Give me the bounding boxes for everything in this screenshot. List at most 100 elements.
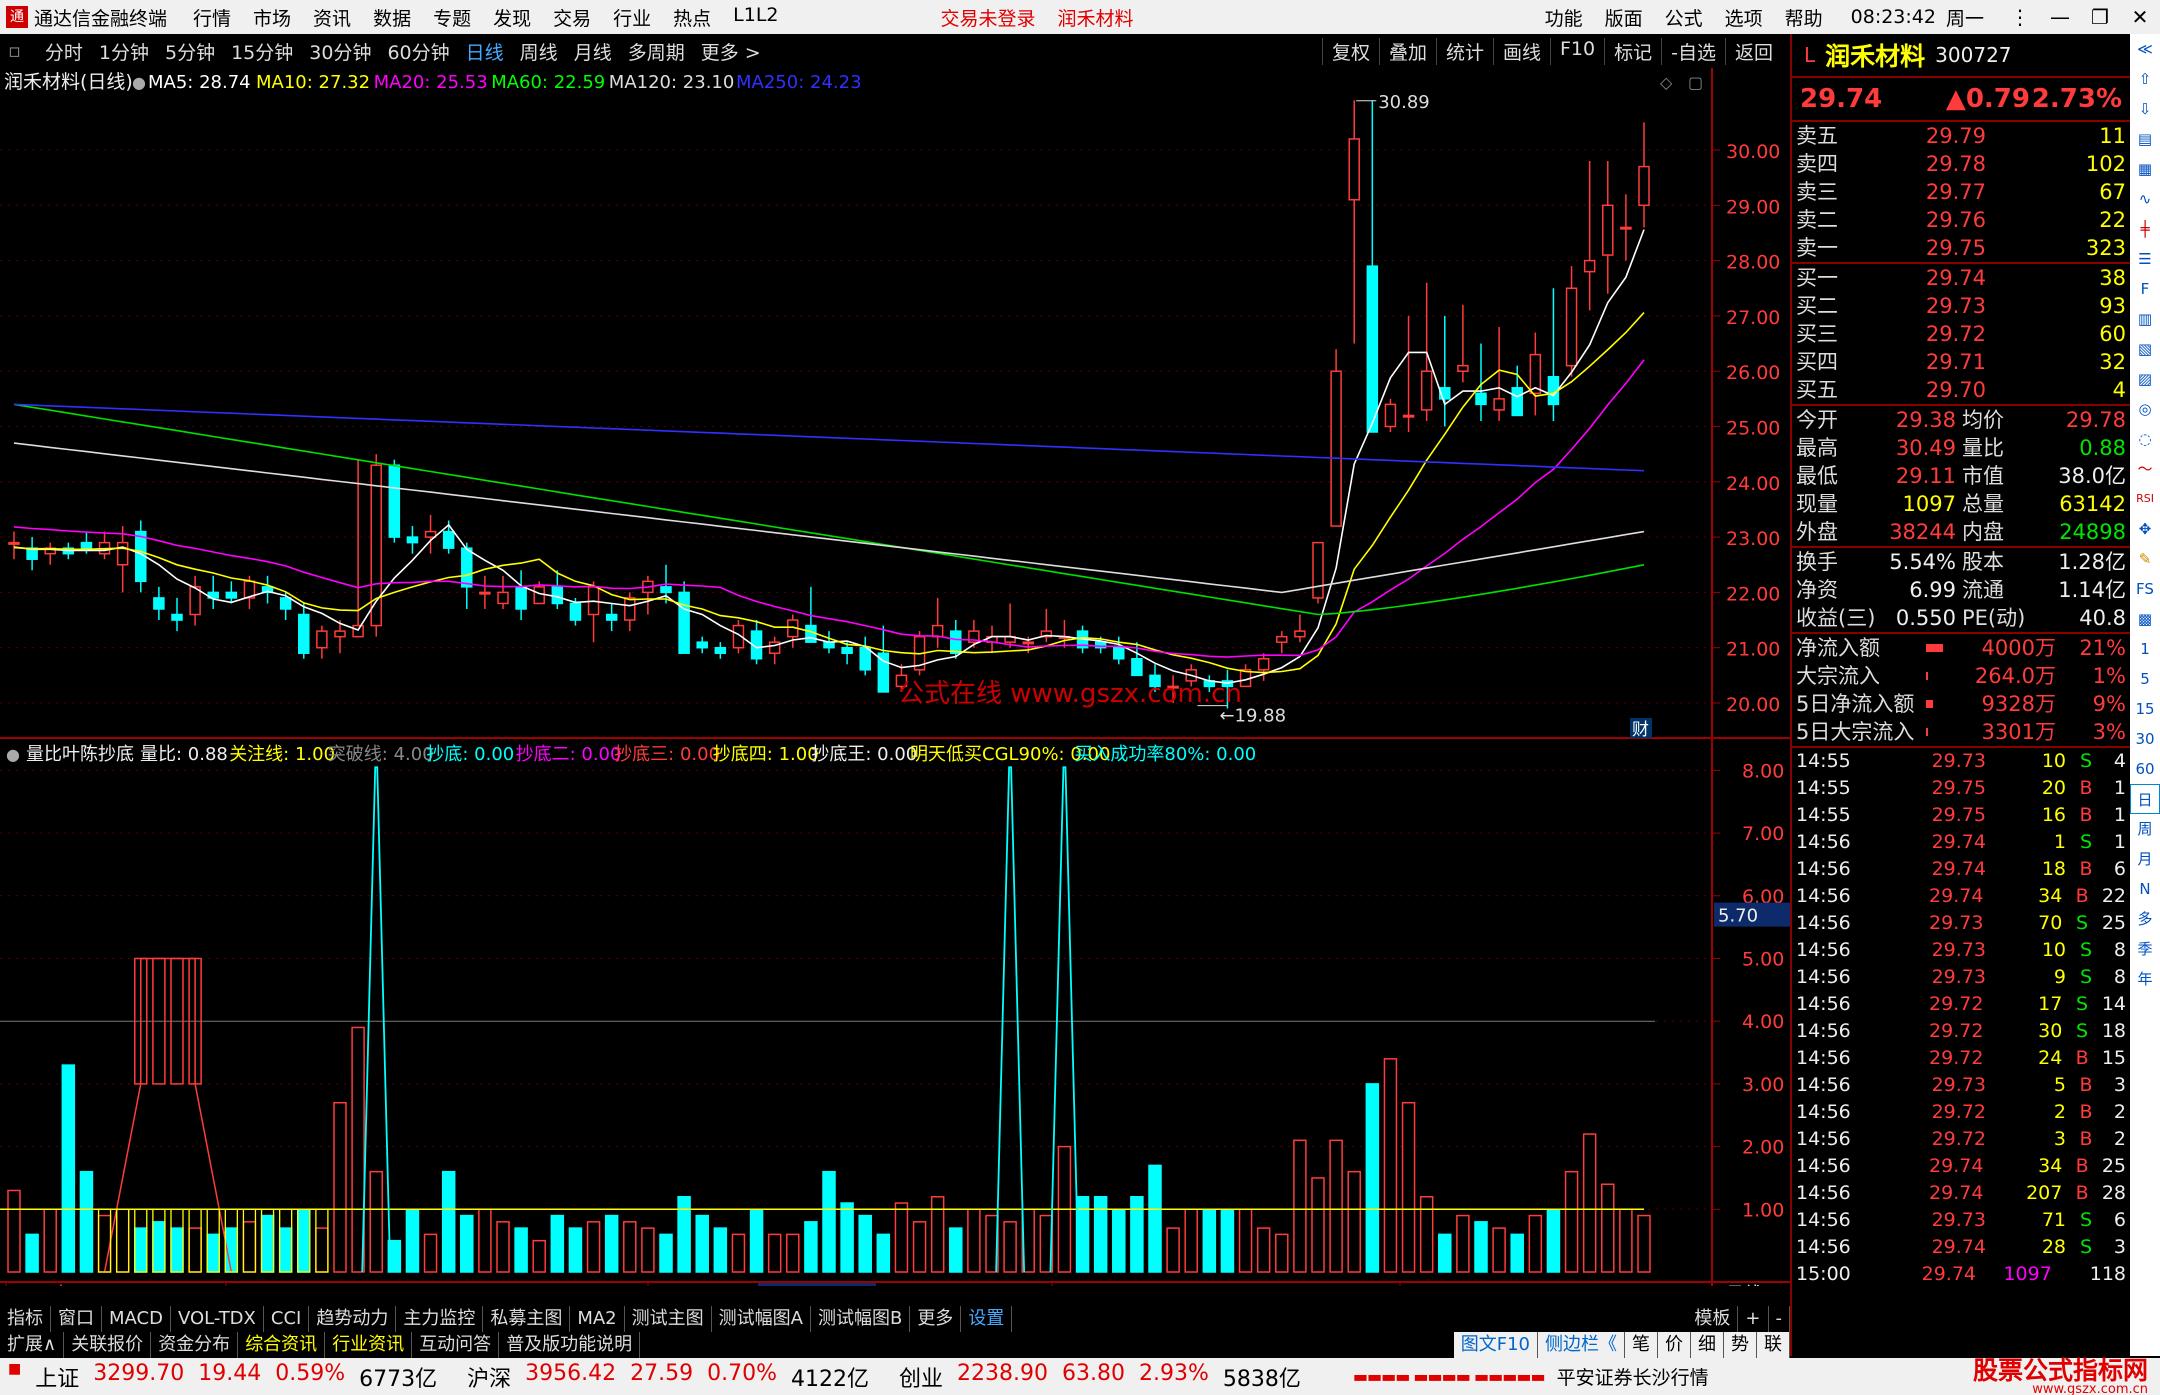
ext-tab-1[interactable]: 关联报价 — [64, 1332, 152, 1358]
toolbar-button-0[interactable]: 复权 — [1321, 37, 1379, 65]
period-tab-8[interactable]: 月线 — [566, 38, 620, 65]
sells-row[interactable]: 卖四 29.78 102 — [1792, 150, 2130, 178]
ext-right-tab-5[interactable]: 势 — [1724, 1332, 1757, 1358]
menu-8[interactable]: 热点 — [673, 4, 711, 31]
side-calc-icon[interactable]: ▩ — [2130, 604, 2160, 634]
ext-right-tab-1[interactable]: 侧边栏《 — [1538, 1332, 1625, 1358]
period-tab-5[interactable]: 60分钟 — [379, 38, 457, 65]
sells-row[interactable]: 卖二 29.76 22 — [1792, 206, 2130, 234]
toolbar-button-1[interactable]: 叠加 — [1378, 37, 1436, 65]
side-rsi-icon[interactable]: RSI — [2130, 484, 2160, 514]
restore-icon[interactable]: ❐ — [2080, 5, 2120, 29]
index-1[interactable]: 沪深 3956.42 27.59 0.70% 4122亿 — [467, 1361, 869, 1393]
side-period-30[interactable]: 30 — [2130, 724, 2160, 754]
menu-3[interactable]: 数据 — [373, 4, 411, 31]
side-news-icon[interactable]: ▥ — [2130, 304, 2160, 334]
template-button-0[interactable]: 模板 — [1687, 1306, 1739, 1332]
side-down-icon[interactable]: ⇩ — [2130, 94, 2160, 124]
toolbar-button-5[interactable]: 标记 — [1604, 37, 1661, 65]
more-icon[interactable]: ⋮ — [2000, 5, 2040, 29]
sells-row[interactable]: 卖一 29.75 323 — [1792, 234, 2130, 262]
buys-row[interactable]: 买一 29.74 38 — [1792, 264, 2130, 292]
ext-tab-4[interactable]: 行业资讯 — [325, 1332, 413, 1358]
ext-right-tab-0[interactable]: 图文F10 — [1453, 1332, 1538, 1358]
period-tab-9[interactable]: 多周期 — [620, 38, 693, 65]
right-menu-2[interactable]: 公式 — [1665, 4, 1703, 31]
toolbar-square-icon[interactable]: ▫ — [0, 40, 29, 62]
side-select-icon[interactable]: ▨ — [2130, 364, 2160, 394]
buys-row[interactable]: 买二 29.73 93 — [1792, 292, 2130, 320]
ext-right-tab-4[interactable]: 细 — [1691, 1332, 1724, 1358]
indicator-tab-6[interactable]: 主力监控 — [396, 1306, 484, 1332]
side-pulse-icon[interactable]: 〜 — [2130, 454, 2160, 484]
indicator-tab-11[interactable]: 测试幅图B — [811, 1306, 911, 1332]
sells-row[interactable]: 卖五 29.79 11 — [1792, 122, 2130, 150]
login-status[interactable]: 交易未登录 — [941, 4, 1036, 31]
side-period-month[interactable]: 月 — [2130, 844, 2160, 874]
buys-row[interactable]: 买三 29.72 60 — [1792, 320, 2130, 348]
index-0[interactable]: ■ 上证 3299.70 19.44 0.59% 6773亿 — [8, 1361, 437, 1393]
toolbar-button-3[interactable]: 画线 — [1492, 37, 1550, 65]
period-tab-4[interactable]: 30分钟 — [301, 38, 379, 65]
template-button-1[interactable]: + — [1738, 1306, 1769, 1332]
side-candle-icon[interactable]: ╪ — [2130, 214, 2160, 244]
minimize-icon[interactable]: — — [2040, 5, 2080, 29]
ext-tab-3[interactable]: 综合资讯 — [238, 1332, 326, 1358]
side-circle-icon[interactable]: ◌ — [2130, 424, 2160, 454]
menu-5[interactable]: 发现 — [493, 4, 531, 31]
right-menu-0[interactable]: 功能 — [1545, 4, 1583, 31]
side-period-day[interactable]: 日 — [2130, 784, 2160, 814]
period-tab-10[interactable]: 更多 > — [693, 38, 769, 65]
menu-7[interactable]: 行业 — [613, 4, 651, 31]
menu-1[interactable]: 市场 — [253, 4, 291, 31]
right-menu-1[interactable]: 版面 — [1605, 4, 1643, 31]
side-report-icon[interactable]: ▧ — [2130, 334, 2160, 364]
menu-2[interactable]: 资讯 — [313, 4, 351, 31]
indicator-tab-10[interactable]: 测试幅图A — [712, 1306, 811, 1332]
side-f10-icon[interactable]: F — [2130, 274, 2160, 304]
indicator-tab-5[interactable]: 趋势动力 — [309, 1306, 397, 1332]
indicator-tab-3[interactable]: VOL-TDX — [171, 1306, 264, 1332]
indicator-tab-8[interactable]: MA2 — [570, 1306, 625, 1332]
indicator-tab-7[interactable]: 私募主图 — [483, 1306, 571, 1332]
indicator-tab-1[interactable]: 窗口 — [51, 1306, 102, 1332]
indicator-tab-13[interactable]: 设置 — [961, 1306, 1013, 1332]
close-icon[interactable]: ✕ — [2120, 5, 2160, 29]
indicator-tab-4[interactable]: CCI — [264, 1306, 310, 1332]
right-menu-4[interactable]: 帮助 — [1785, 4, 1823, 31]
side-period-year[interactable]: 年 — [2130, 964, 2160, 994]
side-period-1[interactable]: 1 — [2130, 634, 2160, 664]
side-period-n[interactable]: N — [2130, 874, 2160, 904]
period-tab-1[interactable]: 1分钟 — [91, 38, 157, 65]
toolbar-button-6[interactable]: -自选 — [1661, 37, 1725, 65]
indicator-tab-2[interactable]: MACD — [102, 1306, 171, 1332]
period-tab-2[interactable]: 5分钟 — [157, 38, 223, 65]
side-period-60[interactable]: 60 — [2130, 754, 2160, 784]
side-period-5[interactable]: 5 — [2130, 664, 2160, 694]
kline-chart[interactable]: 30.00 29.00 28.00 27.00 26.00 25.00 24.00 23.00… — [0, 68, 1790, 1286]
side-pen-icon[interactable]: ✎ — [2130, 544, 2160, 574]
side-grid-icon[interactable]: ▦ — [2130, 154, 2160, 184]
menu-0[interactable]: 行情 — [193, 4, 231, 31]
index-2[interactable]: 创业 2238.90 63.80 2.93% 5838亿 — [899, 1361, 1301, 1393]
menu-6[interactable]: 交易 — [553, 4, 591, 31]
ext-tab-6[interactable]: 普及版功能说明 — [499, 1332, 641, 1358]
side-period-multi[interactable]: 多 — [2130, 904, 2160, 934]
menu-9[interactable]: L1L2 — [733, 4, 778, 31]
sells-row[interactable]: 卖三 29.77 67 — [1792, 178, 2130, 206]
period-tab-7[interactable]: 周线 — [512, 38, 566, 65]
toolbar-button-4[interactable]: F10 — [1550, 37, 1604, 65]
period-tab-0[interactable]: 分时 — [37, 38, 91, 65]
toolbar-button-2[interactable]: 统计 — [1435, 37, 1493, 65]
side-target-icon[interactable]: ◎ — [2130, 394, 2160, 424]
ext-right-tab-3[interactable]: 价 — [1658, 1332, 1691, 1358]
period-tab-3[interactable]: 15分钟 — [223, 38, 301, 65]
side-period-week[interactable]: 周 — [2130, 814, 2160, 844]
side-list-icon[interactable]: ☰ — [2130, 244, 2160, 274]
ext-tab-0[interactable]: 扩展∧ — [0, 1332, 65, 1358]
ext-right-tab-2[interactable]: 笔 — [1625, 1332, 1658, 1358]
chart-area[interactable]: 30.00 29.00 28.00 27.00 26.00 25.00 24.00 23.00… — [0, 68, 1790, 1286]
buys-row[interactable]: 买四 29.71 32 — [1792, 348, 2130, 376]
ext-right-tab-6[interactable]: 联 — [1757, 1332, 1790, 1358]
right-menu-3[interactable]: 选项 — [1725, 4, 1763, 31]
